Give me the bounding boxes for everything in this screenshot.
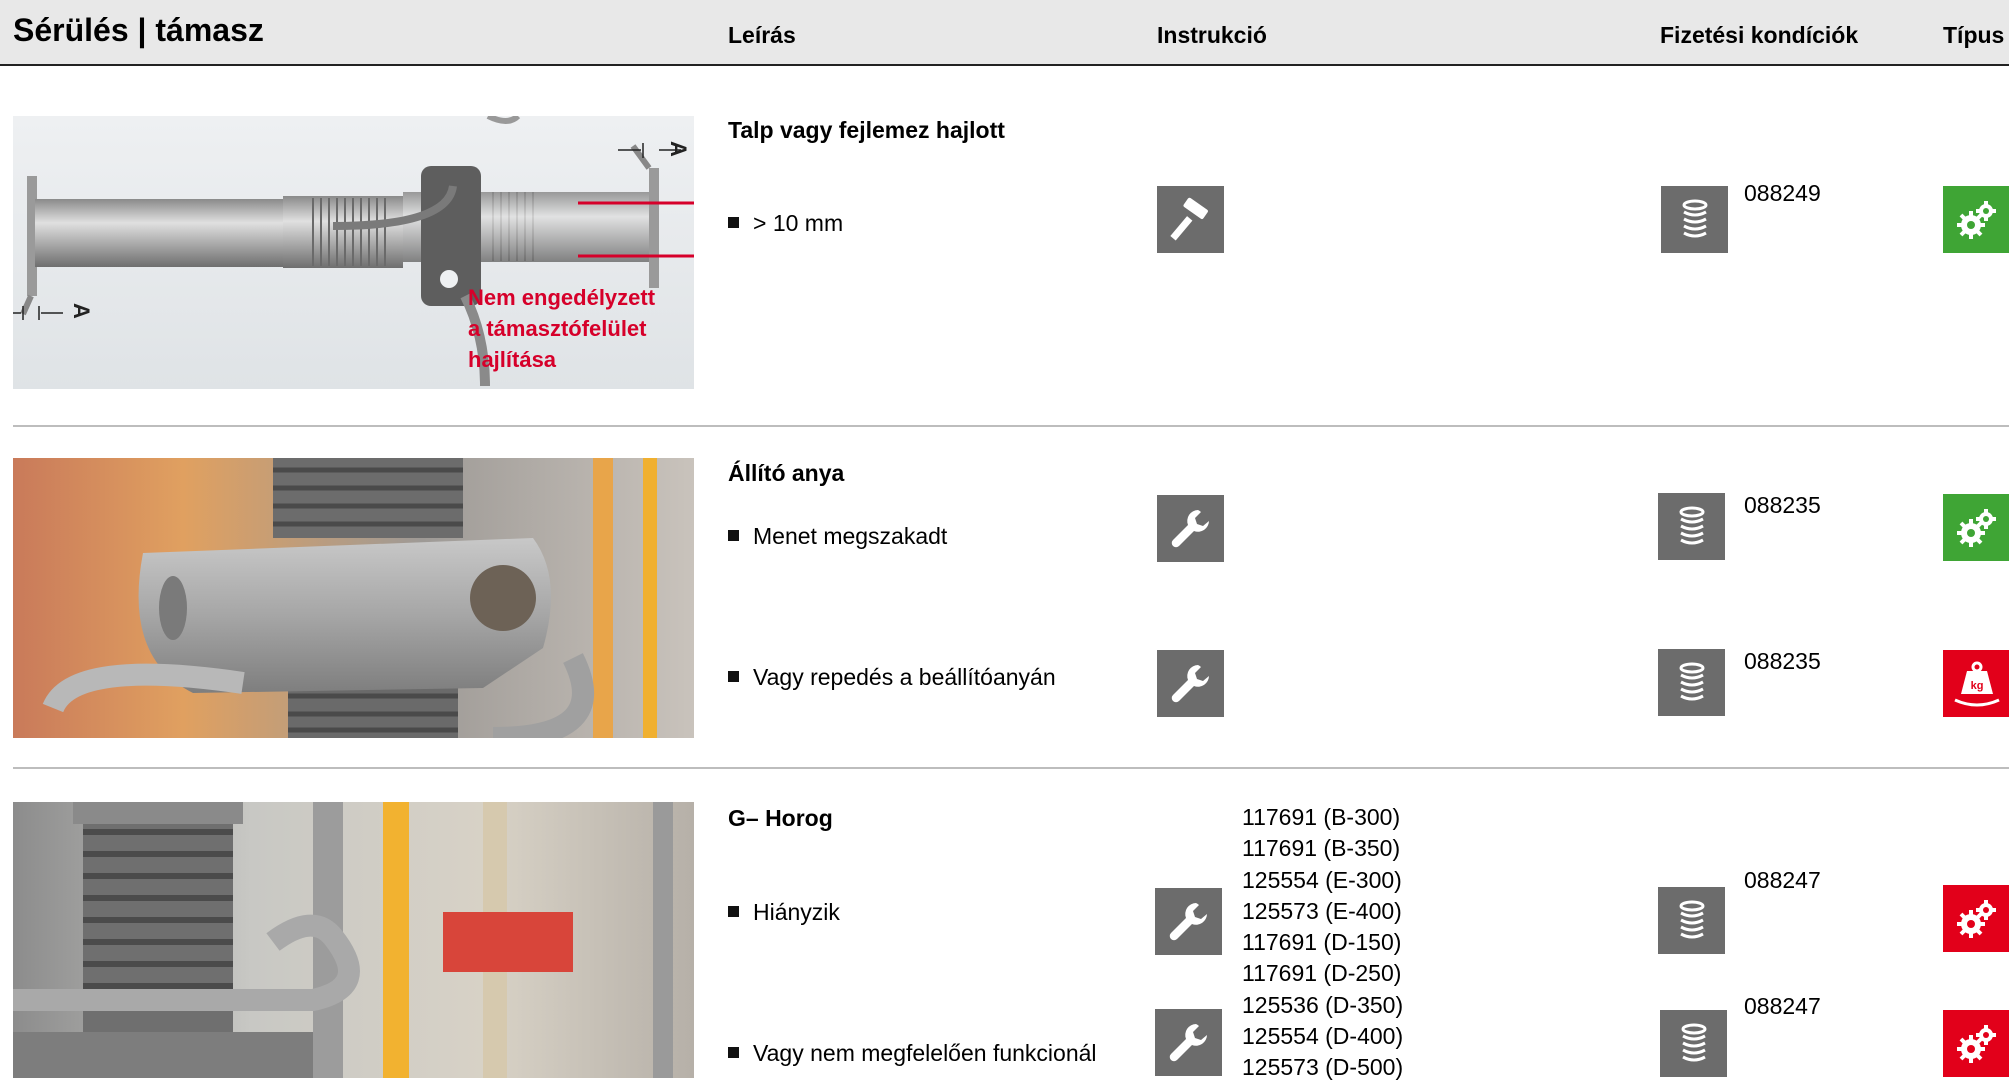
column-header-instruction: Instrukció (1157, 22, 1267, 48)
coins-stack-icon (1661, 186, 1728, 253)
coins-stack-icon (1658, 493, 1725, 560)
part-number: 125573 (E-400) (1242, 897, 1402, 924)
coins-stack-icon (1660, 1010, 1727, 1077)
row-divider (13, 425, 2009, 427)
list-item-text: Vagy repedés a beállítóanyán (753, 664, 1056, 690)
page-title: Sérülés | támasz (13, 12, 264, 48)
part-number: 125573 (D-500) (1242, 1054, 1404, 1081)
wrench-icon (1157, 650, 1224, 717)
bullet-icon (728, 217, 739, 229)
payment-code: 088235 (1744, 648, 1821, 674)
payment-code: 088249 (1744, 180, 1821, 206)
part-number: 125554 (D-400) (1242, 1023, 1404, 1050)
hammer-icon (1157, 186, 1224, 253)
dimension-label-top: A (665, 141, 691, 157)
coins-stack-icon (1658, 649, 1725, 716)
part-number: 117691 (D-250) (1242, 960, 1402, 987)
row-title: Talp vagy fejlemez hajlott (728, 117, 1005, 143)
part-number: 125536 (D-350) (1242, 991, 1404, 1018)
list-item-text: Menet megszakadt (753, 523, 948, 549)
g-hook-photo (13, 802, 694, 1078)
list-item: > 10 mm (728, 210, 843, 237)
row-title: Állító anya (728, 460, 845, 486)
weight-kg-label: kg (1970, 680, 1983, 692)
column-header-payment: Fizetési kondíciók (1660, 22, 1859, 48)
callout-line: a támasztófelület (468, 316, 647, 341)
payment-code: 088235 (1744, 492, 1821, 518)
column-header-description: Leírás (728, 22, 796, 48)
wrench-icon (1155, 1009, 1222, 1076)
gears-icon (1943, 1010, 2009, 1077)
list-item: Hiányzik (728, 899, 840, 926)
bullet-icon (728, 1047, 739, 1059)
coins-stack-icon (1658, 887, 1725, 954)
list-item-text: Vagy nem megfelelően funkcionál (753, 1040, 1097, 1066)
row-divider (13, 767, 2009, 769)
wrench-icon (1157, 495, 1224, 562)
gears-icon (1943, 494, 2009, 561)
bullet-icon (728, 671, 739, 683)
adjusting-nut-photo (13, 458, 694, 738)
callout-line: hajlítása (468, 347, 557, 372)
payment-code: 088247 (1744, 867, 1821, 893)
bullet-icon (728, 906, 739, 918)
part-number: 117691 (D-150) (1242, 929, 1402, 956)
weight-kg-icon: kg (1943, 650, 2009, 717)
wrench-icon (1155, 888, 1222, 955)
callout-line: Nem engedélyzett (468, 285, 656, 310)
list-item: Menet megszakadt (728, 523, 947, 550)
list-item: Vagy repedés a beállítóanyán (728, 664, 1056, 691)
part-number: 117691 (B-350) (1242, 835, 1401, 862)
row-title: G– Horog (728, 805, 833, 831)
part-number: 125554 (E-300) (1242, 866, 1402, 893)
list-item-text: > 10 mm (753, 210, 844, 236)
gears-icon (1943, 186, 2009, 253)
image-callout: Nem engedélyzett a támasztófelület hajlí… (468, 282, 655, 375)
gears-icon (1943, 885, 2009, 952)
part-number-list: 117691 (B-300) 117691 (B-350) 125554 (E-… (1242, 802, 1403, 1084)
list-item-text: Hiányzik (753, 899, 840, 925)
bullet-icon (728, 530, 739, 542)
dimension-label-bottom: A (68, 303, 94, 319)
part-number: 117691 (B-300) (1242, 804, 1401, 830)
column-header-type: Típus (1943, 22, 2005, 48)
payment-code: 088247 (1744, 993, 1821, 1019)
list-item: Vagy nem megfelelően funkcionál (728, 1040, 1097, 1067)
